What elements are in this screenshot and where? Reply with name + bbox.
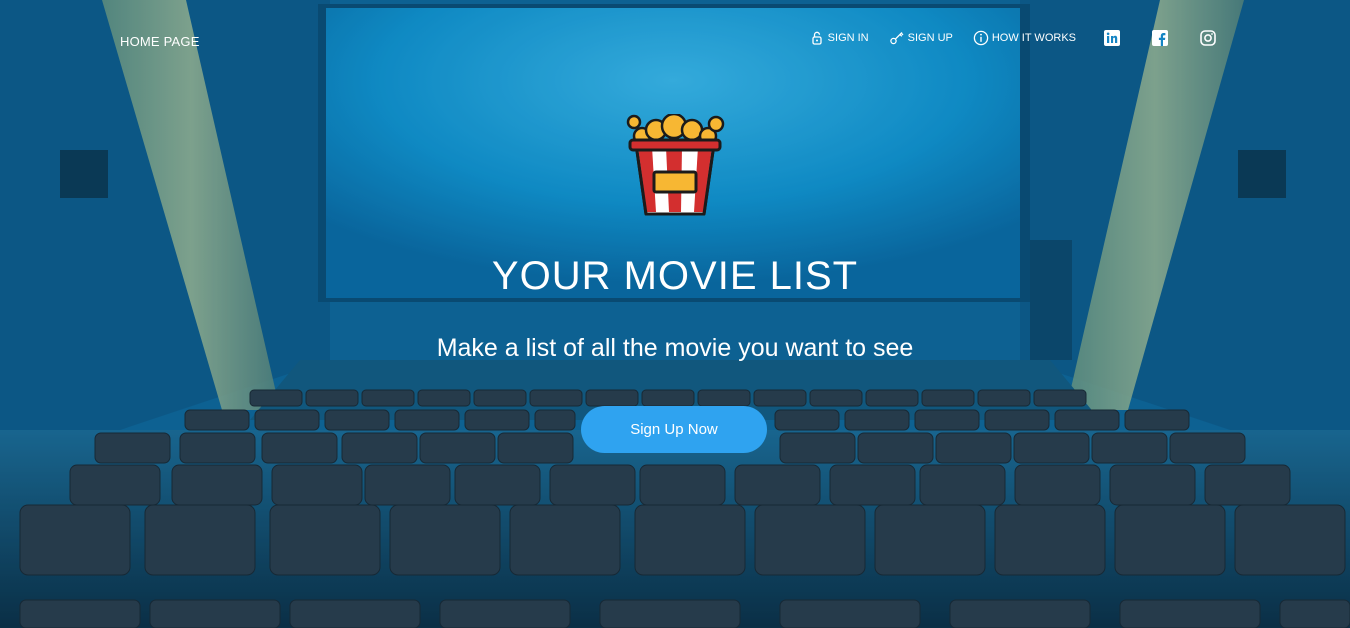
lock-icon [812, 31, 822, 45]
facebook-icon[interactable] [1152, 30, 1168, 46]
home-page-link[interactable]: HOME PAGE [120, 34, 200, 49]
page-title: YOUR MOVIE LIST [491, 254, 859, 298]
hero-section: HOME PAGE SIGN IN SIGN UP HOW IT WORKS Y… [0, 0, 1350, 628]
sign-in-label: SIGN IN [827, 32, 869, 44]
sign-up-link[interactable]: SIGN UP [889, 30, 953, 46]
social-links [1104, 30, 1216, 46]
sign-in-link[interactable]: SIGN IN [809, 30, 869, 46]
theater-background [0, 0, 1350, 628]
how-it-works-link[interactable]: HOW IT WORKS [973, 30, 1076, 46]
top-nav: SIGN IN SIGN UP HOW IT WORKS [789, 30, 1216, 46]
popcorn-icon [626, 114, 725, 216]
linkedin-icon[interactable] [1104, 30, 1120, 46]
sign-up-now-button[interactable]: Sign Up Now [581, 406, 767, 453]
instagram-icon[interactable] [1200, 30, 1216, 46]
how-it-works-label: HOW IT WORKS [991, 32, 1076, 44]
sign-up-label: SIGN UP [907, 32, 953, 44]
key-icon [889, 32, 904, 45]
page-subtitle: Make a list of all the movie you want to… [436, 334, 914, 362]
info-icon [973, 30, 989, 46]
